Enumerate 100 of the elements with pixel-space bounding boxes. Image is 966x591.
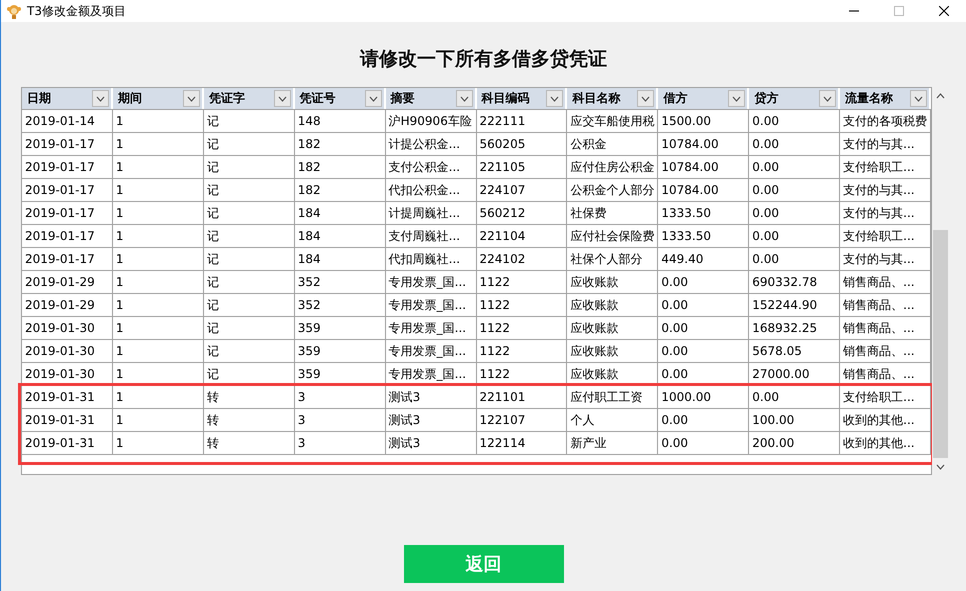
filter-dropdown-button[interactable]: [819, 90, 836, 107]
table-cell: 184: [294, 248, 386, 270]
table-cell: 182: [294, 179, 386, 201]
table-cell: 沪H90906车险: [386, 110, 477, 132]
table-cell: 1122: [476, 294, 568, 316]
filter-dropdown-button[interactable]: [182, 90, 200, 107]
table-cell: 224107: [476, 179, 568, 201]
chevron-down-icon: [641, 96, 650, 102]
table-cell: 1: [112, 179, 204, 201]
table-cell: 应付职工工资: [567, 386, 658, 408]
table-cell: 352: [294, 271, 386, 293]
table-cell: 0.00: [749, 133, 840, 155]
table-cell: 1: [112, 386, 204, 408]
table-cell: 专用发票_国...: [386, 340, 477, 362]
table-cell: 销售商品、...: [840, 340, 932, 362]
table-cell: 152244.90: [749, 294, 840, 316]
table-cell: 3: [294, 409, 386, 431]
column-header: 凭证号: [300, 90, 336, 107]
table-cell: 记: [204, 133, 295, 155]
chevron-down-icon: [823, 96, 832, 102]
table-cell: 专用发票_国...: [386, 294, 477, 316]
table-cell: 0.00: [658, 340, 750, 362]
chevron-down-icon: [460, 96, 469, 102]
table-cell: 200.00: [749, 432, 840, 454]
table-cell: 记: [204, 248, 295, 270]
table-cell: 3: [294, 386, 386, 408]
filter-dropdown-button[interactable]: [637, 90, 654, 107]
chevron-down-icon: [914, 96, 924, 102]
table-cell: 记: [204, 363, 295, 385]
chevron-down-icon: [96, 96, 105, 102]
chevron-down-icon: [732, 96, 742, 102]
table-cell: 0.00: [749, 248, 840, 270]
table-cell: 记: [204, 179, 295, 201]
table-cell: 2019-01-17: [22, 179, 113, 201]
table-cell: 支付的与其...: [840, 133, 932, 155]
filter-dropdown-button[interactable]: [728, 90, 746, 107]
table-cell: 182: [294, 156, 386, 178]
page-heading: 请修改一下所有多借多贷凭证: [358, 47, 608, 72]
table-cell: 转: [204, 432, 295, 454]
table-cell: 1333.50: [658, 202, 750, 224]
table-cell: 收到的其他...: [840, 409, 932, 431]
table-cell: 2019-01-29: [22, 271, 113, 293]
table-cell: 2019-01-14: [22, 110, 113, 132]
table-cell: 2019-01-17: [22, 225, 113, 247]
table-cell: 10784.00: [658, 179, 750, 201]
table-cell: 专用发票_国...: [386, 271, 477, 293]
table-cell: 新产业: [567, 432, 658, 454]
table-cell: 2019-01-17: [22, 156, 113, 178]
table-cell: 1: [112, 409, 204, 431]
back-button[interactable]: 返回: [404, 545, 564, 583]
table-cell: 100.00: [749, 409, 840, 431]
table-cell: 122107: [476, 409, 568, 431]
table-cell: 支付的与其...: [840, 248, 932, 270]
table-cell: 1: [112, 363, 204, 385]
table-cell: 0.00: [749, 386, 840, 408]
table-cell: 应交车船使用税: [567, 110, 658, 132]
window-title: T3修改金额及项目: [27, 2, 127, 20]
chevron-down-icon: [368, 96, 378, 102]
table-cell: 记: [204, 225, 295, 247]
table-cell: 代扣公积金...: [386, 179, 477, 201]
table-cell: 1: [112, 202, 204, 224]
filter-dropdown-button[interactable]: [910, 90, 928, 107]
filter-dropdown-button[interactable]: [364, 90, 382, 107]
table-cell: 计提周巍社...: [386, 202, 477, 224]
table-cell: 560212: [476, 202, 568, 224]
table-cell: 1333.50: [658, 225, 750, 247]
table-cell: 销售商品、...: [840, 271, 932, 293]
table-cell: 公积金个人部分: [567, 179, 658, 201]
table-cell: 1: [112, 133, 204, 155]
table-cell: 359: [294, 363, 386, 385]
filter-dropdown-button[interactable]: [92, 90, 109, 107]
app-icon: [6, 3, 22, 19]
filter-dropdown-button[interactable]: [546, 90, 564, 107]
table-cell: 352: [294, 294, 386, 316]
table-cell: 221105: [476, 156, 568, 178]
table-cell: 记: [204, 156, 295, 178]
filter-dropdown-button[interactable]: [274, 90, 291, 107]
table-cell: 122114: [476, 432, 568, 454]
table-cell: 0.00: [749, 202, 840, 224]
table-cell: 1: [112, 294, 204, 316]
column-header: 流量名称: [845, 90, 894, 107]
table-cell: 224102: [476, 248, 568, 270]
table-cell: 支付给职工...: [840, 225, 932, 247]
table-cell: 10784.00: [658, 133, 750, 155]
maximize-icon: [894, 6, 904, 16]
scrollbar-thumb[interactable]: [933, 230, 948, 458]
table-cell: 应收账款: [567, 340, 658, 362]
table-cell: 应收账款: [567, 317, 658, 339]
filter-dropdown-button[interactable]: [456, 90, 473, 107]
table-cell: 2019-01-17: [22, 133, 113, 155]
table-cell: 记: [204, 202, 295, 224]
table-cell: 2019-01-31: [22, 432, 113, 454]
table-cell: 0.00: [658, 271, 750, 293]
table-cell: 690332.78: [749, 271, 840, 293]
table-cell: 1: [112, 271, 204, 293]
table-cell: 27000.00: [749, 363, 840, 385]
table-cell: 1: [112, 110, 204, 132]
table-cell: 记: [204, 110, 295, 132]
table-cell: 359: [294, 317, 386, 339]
table-cell: 应收账款: [567, 294, 658, 316]
